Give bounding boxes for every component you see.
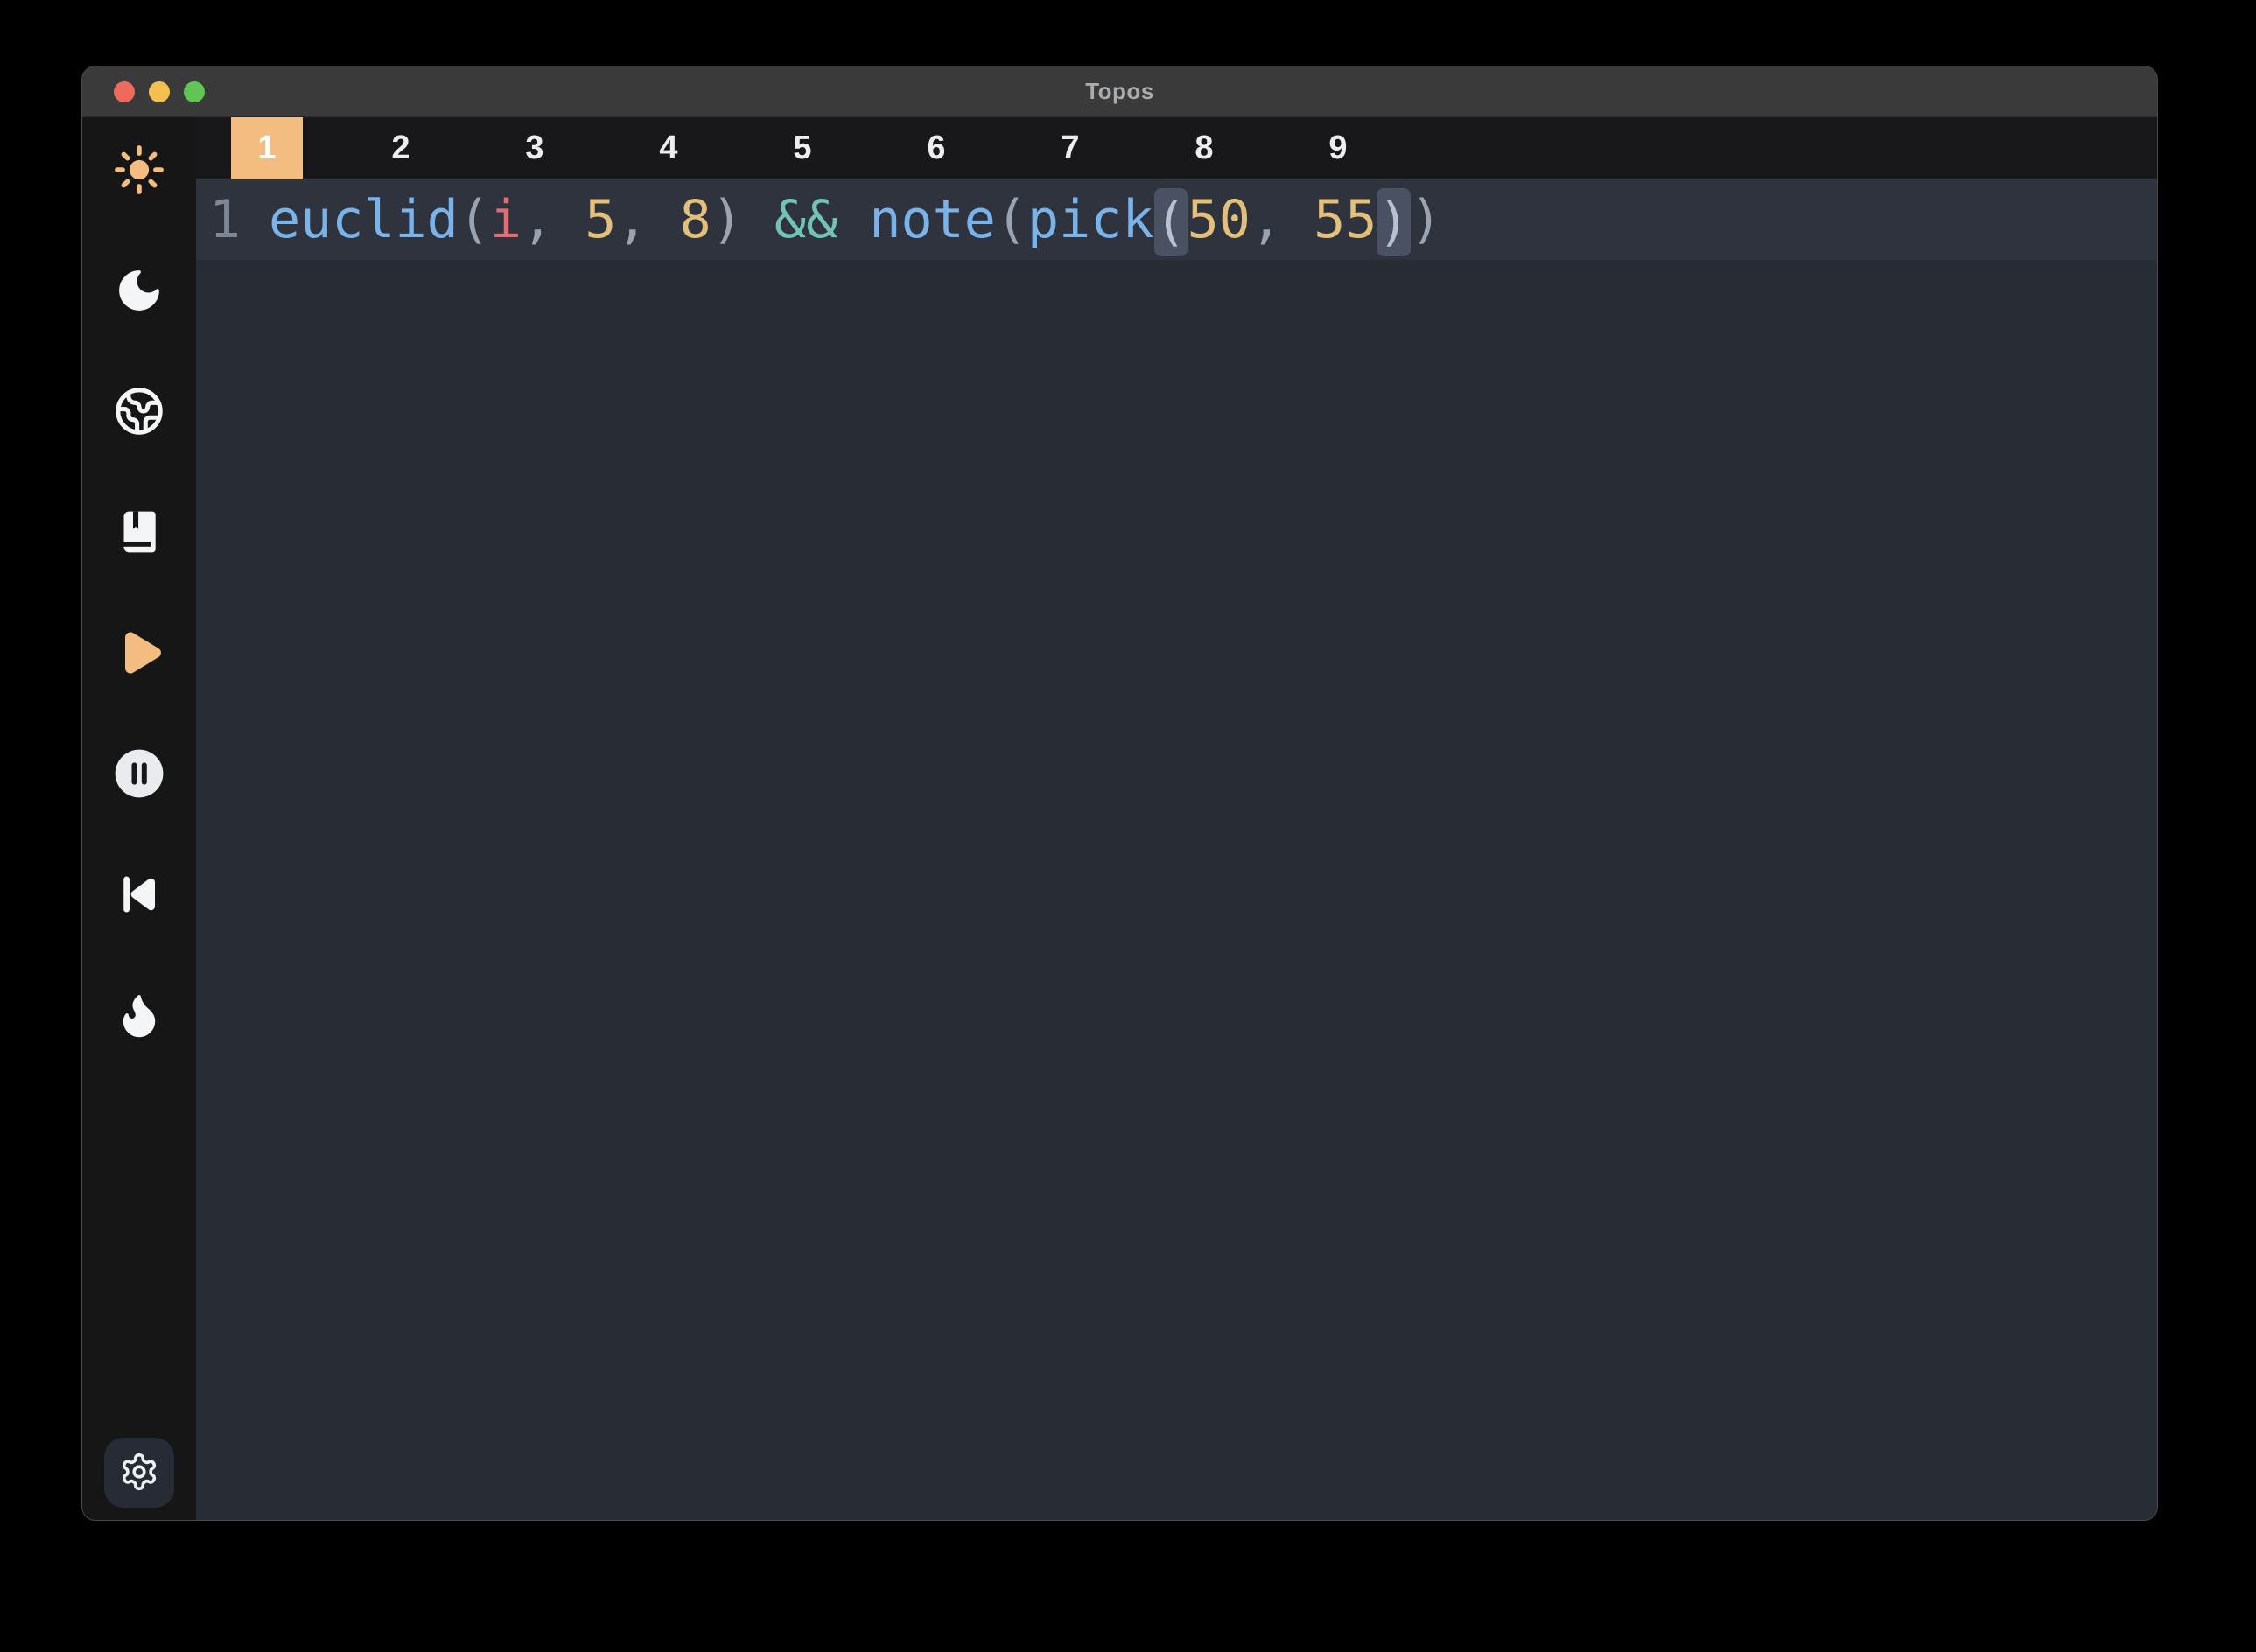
play-icon (113, 626, 165, 679)
theme-dark-button[interactable] (112, 263, 166, 318)
code-token: 50 (1188, 189, 1251, 250)
pause-button[interactable] (112, 746, 166, 801)
window-title: Topos (1085, 78, 1154, 105)
moon-icon (115, 266, 164, 315)
code-token: && (774, 189, 837, 250)
play-button[interactable] (112, 626, 166, 680)
skip-back-icon (116, 871, 163, 918)
code-token: 5 (585, 189, 616, 250)
minimize-button[interactable] (149, 81, 170, 102)
tab-9[interactable]: 9 (1302, 117, 1374, 179)
code-line: euclid(i, 5, 8) && note(pick(50, 55)) (269, 179, 1442, 260)
code-token: pick (1027, 189, 1154, 250)
code-token: , (1251, 189, 1314, 250)
sun-icon (114, 144, 165, 195)
tab-5[interactable]: 5 (767, 117, 838, 179)
code-token: ) (711, 189, 774, 250)
main-area: 123456789 1 euclid(i, 5, 8) && note(pick… (196, 117, 2157, 1520)
title-bar[interactable]: Topos (82, 66, 2157, 117)
code-token: euclid (269, 189, 459, 250)
code-token: , (616, 189, 679, 250)
zoom-button[interactable] (184, 81, 205, 102)
desktop: { "window": { "title": "Topos", "traffic… (0, 0, 2256, 1652)
sidebar (82, 117, 196, 1520)
tab-2[interactable]: 2 (365, 117, 437, 179)
editor-active-line[interactable]: 1 euclid(i, 5, 8) && note(pick(50, 55)) (196, 179, 2157, 260)
flame-button[interactable] (112, 988, 166, 1042)
app-window: Topos (81, 66, 2158, 1521)
gear-icon (119, 1452, 159, 1494)
tab-8[interactable]: 8 (1168, 117, 1240, 179)
skip-back-button[interactable] (112, 867, 166, 921)
code-token: i (490, 189, 522, 250)
earth-icon (114, 386, 165, 437)
tab-bar: 1234 56789 (196, 117, 2157, 179)
matched-bracket: ) (1377, 188, 1410, 256)
code-token: , (522, 189, 585, 250)
code-token (837, 189, 869, 250)
line-number: 1 (196, 179, 256, 260)
flame-icon (115, 990, 164, 1040)
traffic-lights (114, 66, 205, 116)
settings-button[interactable] (104, 1438, 174, 1508)
pause-icon (112, 746, 166, 801)
tab-7[interactable]: 7 (1034, 117, 1106, 179)
tab-3[interactable]: 3 (499, 117, 571, 179)
matched-bracket: ( (1154, 188, 1188, 256)
code-token: note (869, 189, 996, 250)
theme-light-button[interactable] (112, 143, 166, 197)
book-bookmark-icon (115, 508, 164, 556)
globe-button[interactable] (112, 384, 166, 438)
code-token: ( (996, 189, 1027, 250)
close-button[interactable] (114, 81, 135, 102)
app-body: 123456789 1 euclid(i, 5, 8) && note(pick… (82, 117, 2157, 1520)
code-token: ( (459, 189, 490, 250)
docs-button[interactable] (112, 505, 166, 559)
code-token: ) (1411, 189, 1442, 250)
code-token: 55 (1314, 189, 1377, 250)
code-editor[interactable]: 1 euclid(i, 5, 8) && note(pick(50, 55)) (196, 179, 2157, 1520)
tab-4[interactable]: 4 (633, 117, 704, 179)
tab-1[interactable]: 1 (231, 117, 303, 179)
code-token: 8 (680, 189, 711, 250)
tab-6[interactable]: 6 (900, 117, 972, 179)
